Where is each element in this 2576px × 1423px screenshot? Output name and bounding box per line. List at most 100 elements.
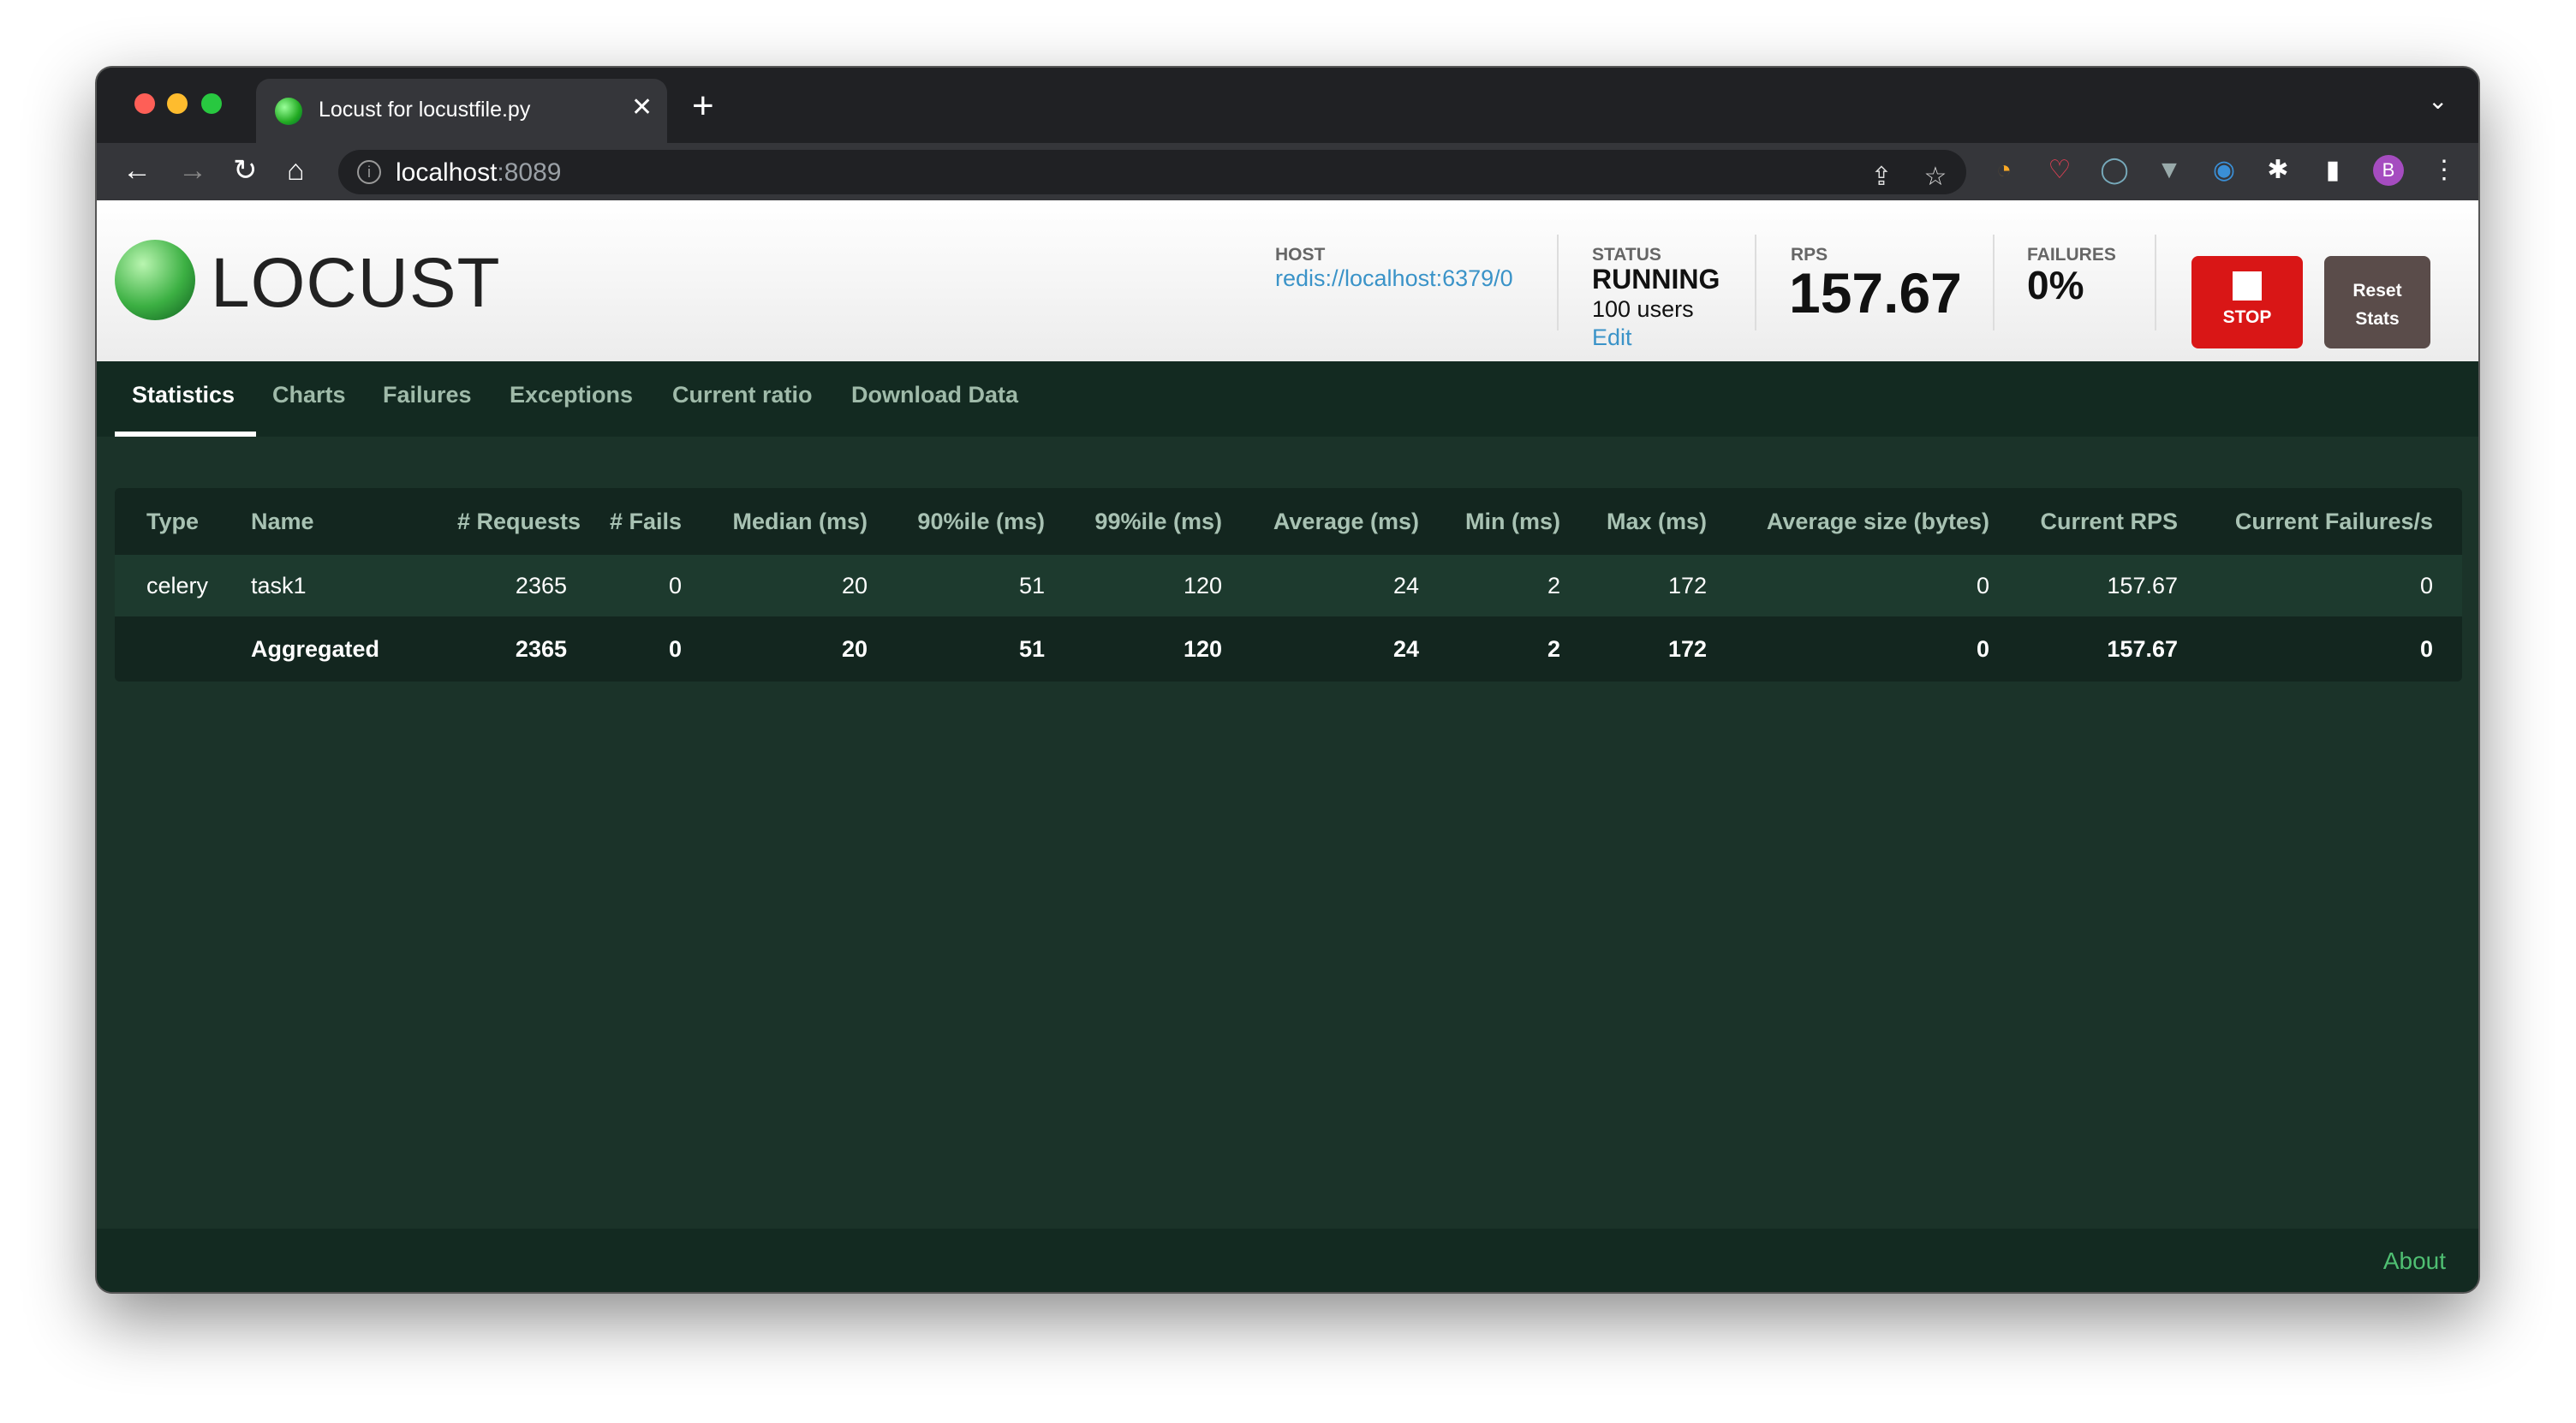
bookmark-star-icon[interactable]: ☆ [1920, 162, 1951, 193]
column-header[interactable]: Average size (bytes) [1724, 488, 2007, 555]
address-bar[interactable]: i localhost:8089 ⇪ ☆ [338, 150, 1966, 194]
table-cell: Aggregated [235, 616, 457, 682]
reset-label: Reset [2352, 281, 2402, 301]
column-header[interactable]: # Fails [584, 488, 699, 555]
stop-icon [2233, 271, 2262, 301]
table-header-row: Type Name # Requests # Fails Median (ms) 90%i… [115, 488, 2462, 555]
tab-statistics[interactable]: Statistics [132, 382, 235, 408]
browser-window: Locust for locustfile.py ✕ + ⌄ ← → ↻ ⌂ i… [95, 66, 2480, 1294]
rps-value: 157.67 [1789, 261, 1962, 324]
home-icon[interactable]: ⌂ [287, 153, 305, 188]
table-cell: 24 [1239, 555, 1436, 616]
about-link[interactable]: About [2383, 1247, 2446, 1275]
edit-users-link[interactable]: Edit [1592, 324, 1632, 351]
stop-button[interactable]: STOP [2191, 256, 2303, 348]
active-tab-indicator [115, 432, 256, 437]
reset-stats-button[interactable]: Reset Stats [2324, 256, 2430, 348]
stats-label: Stats [2355, 309, 2400, 329]
table-cell: 157.67 [2007, 616, 2195, 682]
table-cell: 2365 [457, 555, 584, 616]
divider [1993, 235, 1995, 330]
table-cell: 51 [885, 555, 1062, 616]
back-icon[interactable]: ← [122, 153, 152, 188]
side-panel-icon[interactable]: ▮ [2317, 155, 2348, 186]
tab-close-icon[interactable]: ✕ [631, 92, 653, 122]
column-header[interactable]: Current Failures/s [2195, 488, 2462, 555]
locust-header: LOCUST HOST redis://localhost:6379/0 STA… [97, 200, 2478, 361]
browser-tab[interactable]: Locust for locustfile.py ✕ [256, 79, 667, 145]
password-manager-icon[interactable]: ◉ [2209, 155, 2239, 186]
divider [2155, 235, 2156, 330]
tab-charts[interactable]: Charts [272, 382, 346, 408]
url-port: :8089 [497, 158, 562, 187]
browser-toolbar: ← → ↻ ⌂ i localhost:8089 ⇪ ☆ ◔ ♡ ◯ ▼ ◉ ✱… [97, 143, 2478, 200]
table-cell: 157.67 [2007, 555, 2195, 616]
column-header[interactable]: Min (ms) [1436, 488, 1577, 555]
table-cell: 172 [1577, 616, 1724, 682]
host-label: HOST [1275, 245, 1326, 265]
divider [1557, 235, 1559, 330]
tab-strip: Locust for locustfile.py ✕ + ⌄ [97, 68, 2478, 145]
table-cell: 120 [1062, 616, 1239, 682]
locust-logo-icon [115, 240, 195, 320]
reload-icon[interactable]: ↻ [233, 153, 258, 188]
table-cell: 24 [1239, 616, 1436, 682]
tab-exceptions[interactable]: Exceptions [510, 382, 633, 408]
vue-devtools-icon[interactable]: ▼ [2154, 155, 2185, 186]
statistics-table: Type Name # Requests # Fails Median (ms) 90%i… [115, 488, 2462, 682]
tab-failures[interactable]: Failures [383, 382, 472, 408]
table-cell [115, 616, 235, 682]
column-header[interactable]: Median (ms) [699, 488, 885, 555]
table-cell: 2 [1436, 555, 1577, 616]
table-cell: 172 [1577, 555, 1724, 616]
table-cell: 0 [584, 616, 699, 682]
table-cell: 0 [2195, 616, 2462, 682]
status-label: STATUS [1592, 245, 1661, 265]
column-header[interactable]: Average (ms) [1239, 488, 1436, 555]
rss-icon[interactable]: ◔ [1989, 155, 2019, 186]
url-host: localhost [396, 158, 498, 187]
zoom-window-button[interactable] [201, 93, 222, 114]
tab-search-chevron-icon[interactable]: ⌄ [2428, 86, 2448, 115]
stop-label: STOP [2222, 307, 2272, 327]
table-cell: 0 [1724, 616, 2007, 682]
column-header[interactable]: # Requests [457, 488, 584, 555]
table-cell: 2 [1436, 616, 1577, 682]
locust-favicon-icon [275, 98, 302, 125]
table-cell: 2365 [457, 616, 584, 682]
column-header[interactable]: Name [235, 488, 457, 555]
tab-download-data[interactable]: Download Data [851, 382, 1018, 408]
ring-extension-icon[interactable]: ◯ [2099, 155, 2130, 186]
user-count: 100 users [1592, 296, 1694, 322]
forward-icon[interactable]: → [178, 153, 207, 188]
failures-value: 0% [2027, 263, 2084, 307]
url-text: localhost:8089 [396, 158, 561, 188]
table-cell: 120 [1062, 555, 1239, 616]
footer: About [97, 1229, 2478, 1292]
column-header[interactable]: Type [115, 488, 235, 555]
table-cell: 20 [699, 555, 885, 616]
tab-current-ratio[interactable]: Current ratio [672, 382, 813, 408]
close-window-button[interactable] [134, 93, 155, 114]
status-value: RUNNING [1592, 264, 1720, 295]
profile-avatar[interactable]: B [2373, 155, 2404, 186]
extensions-puzzle-icon[interactable]: ✱ [2263, 155, 2293, 186]
column-header[interactable]: Current RPS [2007, 488, 2195, 555]
table-cell: 0 [2195, 555, 2462, 616]
column-header[interactable]: Max (ms) [1577, 488, 1724, 555]
info-icon[interactable]: i [357, 160, 381, 184]
table-cell: celery [115, 555, 235, 616]
minimize-window-button[interactable] [167, 93, 188, 114]
browser-menu-icon[interactable]: ⋮ [2429, 155, 2460, 186]
main-nav: Statistics Charts Failures Exceptions Cu… [97, 361, 2478, 437]
column-header[interactable]: 90%ile (ms) [885, 488, 1062, 555]
table-cell: 0 [1724, 555, 2007, 616]
table-cell: 0 [584, 555, 699, 616]
column-header[interactable]: 99%ile (ms) [1062, 488, 1239, 555]
new-tab-icon[interactable]: + [692, 85, 714, 128]
table-cell: 20 [699, 616, 885, 682]
share-icon[interactable]: ⇪ [1866, 162, 1897, 193]
table-cell: 51 [885, 616, 1062, 682]
pocket-icon[interactable]: ♡ [2044, 155, 2075, 186]
divider [1755, 235, 1756, 330]
